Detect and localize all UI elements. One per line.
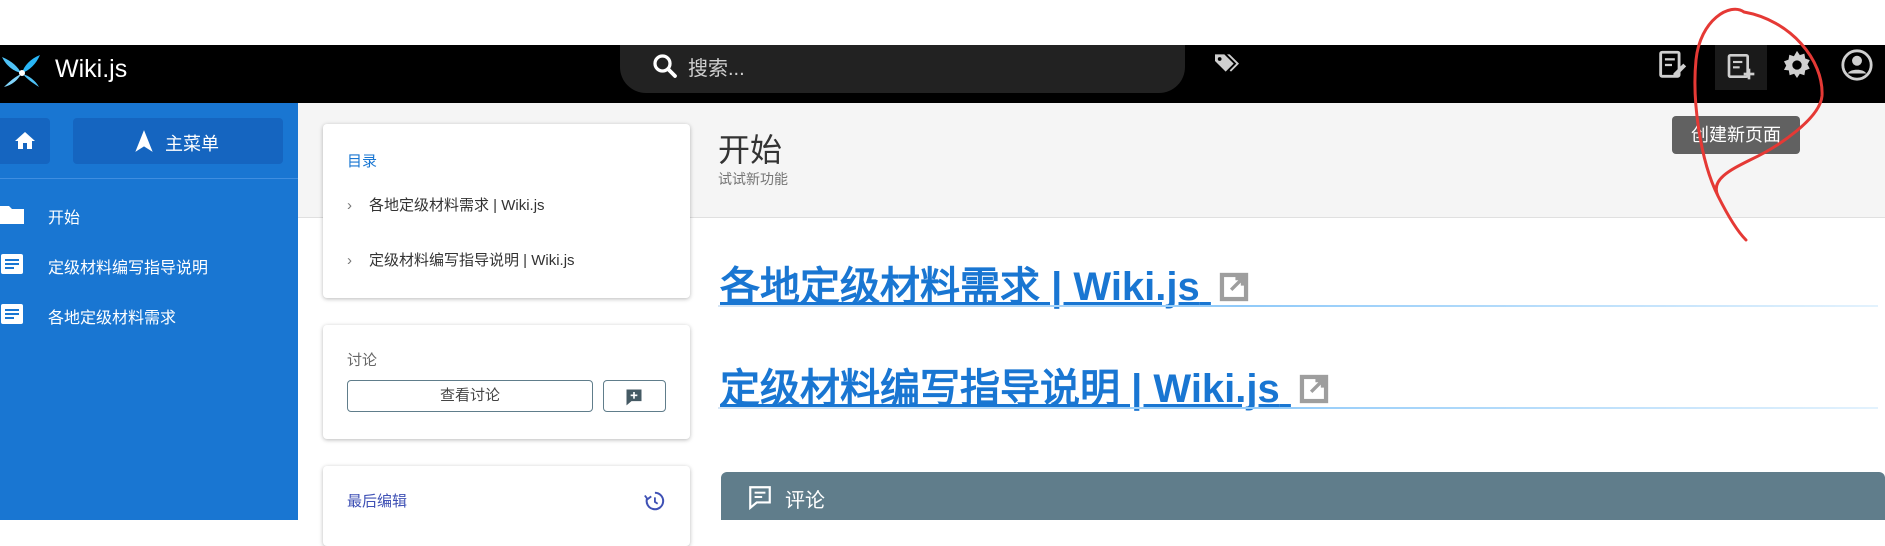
top-app-bar: Wiki.js bbox=[0, 45, 1885, 103]
comments-label: 评论 bbox=[785, 490, 825, 512]
navigation-icon bbox=[135, 130, 153, 152]
last-edit-card: 最后编辑 bbox=[323, 466, 690, 546]
main-menu-label: 主菜单 bbox=[165, 134, 219, 154]
chevron-right-icon: › bbox=[347, 197, 352, 214]
app-title[interactable]: Wiki.js bbox=[55, 51, 127, 87]
external-link-icon bbox=[1299, 374, 1329, 404]
sidebar-item-label: 开始 bbox=[48, 210, 81, 227]
sidebar-item-guide[interactable]: 定级材料编写指导说明 bbox=[0, 244, 298, 284]
toc-card: 目录 › 各地定级材料需求 | Wiki.js › 定级材料编写指导说明 | Wik… bbox=[323, 124, 690, 298]
toc-item[interactable]: › 定级材料编写指导说明 | Wiki.js bbox=[347, 249, 575, 270]
main-menu-button[interactable]: 主菜单 bbox=[73, 118, 283, 164]
history-icon[interactable] bbox=[643, 490, 665, 512]
page-subtitle: 试试新功能 bbox=[718, 171, 788, 187]
sidebar-item-label: 各地定级材料需求 bbox=[48, 310, 177, 327]
content-link-text: 各地定级材料需求 | Wiki.js bbox=[720, 265, 1200, 309]
settings-icon[interactable] bbox=[1780, 48, 1814, 82]
page-title: 开始 bbox=[718, 132, 783, 168]
folder-icon bbox=[0, 206, 24, 224]
account-icon[interactable] bbox=[1840, 48, 1874, 82]
external-link-icon bbox=[1219, 272, 1249, 302]
search-icon bbox=[653, 54, 677, 78]
comments-section-header: 评论 bbox=[721, 472, 1885, 520]
content-link-text: 定级材料编写指导说明 | Wiki.js bbox=[720, 367, 1280, 411]
new-comment-button[interactable] bbox=[603, 380, 666, 412]
chevron-right-icon: › bbox=[347, 252, 352, 269]
discussion-title: 讨论 bbox=[347, 352, 378, 369]
toc-item[interactable]: › 各地定级材料需求 | Wiki.js bbox=[347, 194, 545, 215]
sidebar-divider bbox=[0, 178, 298, 179]
wiki-logo-icon[interactable] bbox=[0, 49, 44, 93]
toc-item-label: 定级材料编写指导说明 | Wiki.js bbox=[369, 252, 575, 269]
discussion-card: 讨论 查看讨论 bbox=[323, 325, 690, 439]
document-icon bbox=[1, 254, 23, 274]
edit-page-icon[interactable] bbox=[1655, 48, 1689, 82]
new-page-tooltip: 创建新页面 bbox=[1672, 116, 1800, 154]
comment-icon bbox=[749, 486, 771, 510]
sidebar-item-label: 定级材料编写指导说明 bbox=[48, 260, 209, 277]
view-discussion-button[interactable]: 查看讨论 bbox=[347, 380, 593, 412]
new-page-button[interactable] bbox=[1715, 45, 1767, 90]
content-link[interactable]: 定级材料编写指导说明 | Wiki.js bbox=[720, 356, 1331, 414]
sidebar: 主菜单 开始 定级材料编写指导说明 各地定级材料需求 bbox=[0, 103, 298, 520]
last-edit-title: 最后编辑 bbox=[347, 493, 408, 510]
content-link[interactable]: 各地定级材料需求 | Wiki.js bbox=[720, 254, 1251, 312]
tags-icon[interactable] bbox=[1211, 49, 1243, 81]
sidebar-item-requirements[interactable]: 各地定级材料需求 bbox=[0, 294, 298, 334]
toc-item-label: 各地定级材料需求 | Wiki.js bbox=[369, 197, 545, 214]
home-button[interactable] bbox=[0, 118, 50, 164]
document-icon bbox=[1, 304, 23, 324]
search-bar[interactable] bbox=[620, 45, 1185, 93]
content-divider bbox=[718, 407, 1878, 409]
content-divider bbox=[718, 305, 1878, 307]
new-page-icon bbox=[1727, 54, 1755, 80]
home-icon bbox=[15, 132, 35, 149]
sidebar-item-start[interactable]: 开始 bbox=[0, 194, 298, 234]
toc-title: 目录 bbox=[347, 153, 378, 170]
search-input[interactable] bbox=[686, 51, 1150, 87]
add-comment-icon bbox=[626, 389, 642, 406]
